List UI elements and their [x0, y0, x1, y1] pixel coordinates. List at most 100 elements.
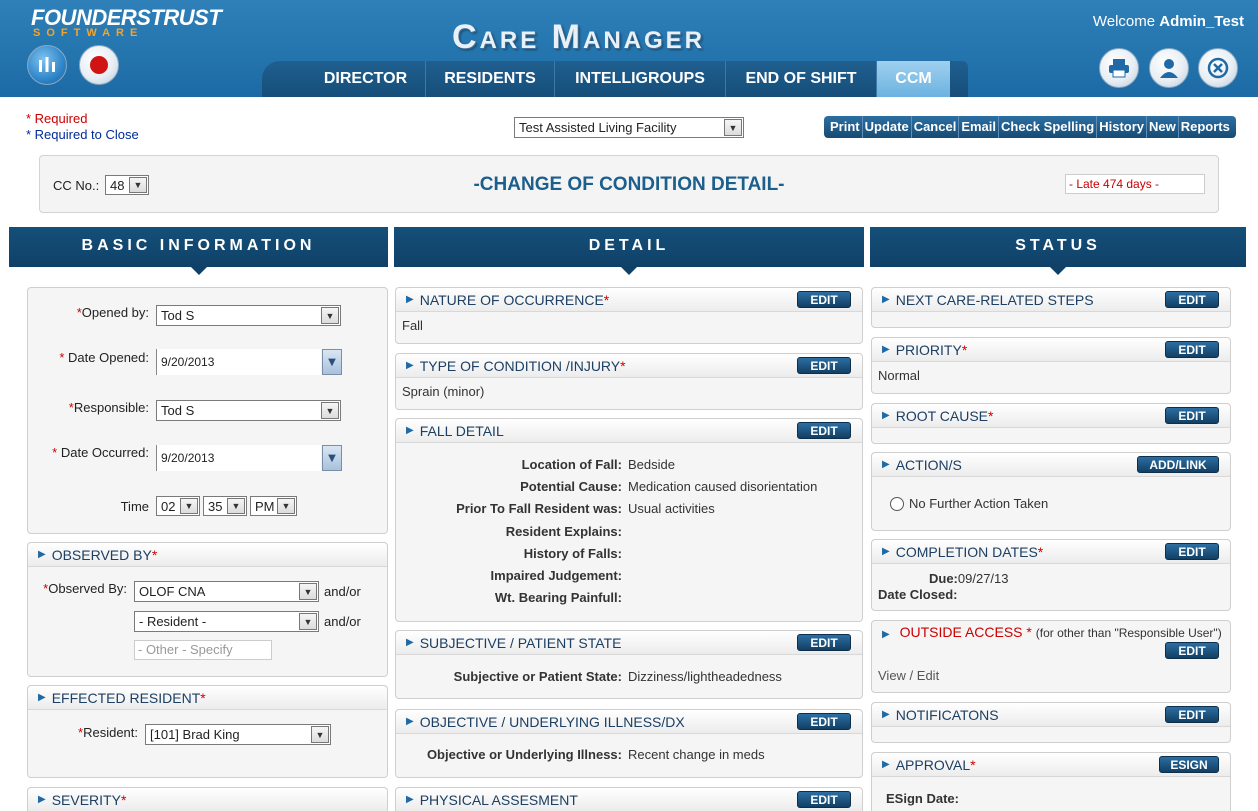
- facility-select[interactable]: Test Assisted Living Facility ▼: [514, 117, 744, 138]
- new-button[interactable]: New: [1147, 116, 1179, 138]
- expand-triangle-icon: ▶: [882, 629, 890, 640]
- edit-fall-detail-button[interactable]: EDIT: [797, 422, 851, 439]
- history-button[interactable]: History: [1097, 116, 1148, 138]
- fall-detail-section-header[interactable]: ▶ FALL DETAIL EDIT: [396, 419, 862, 443]
- expand-triangle-icon: ▶: [882, 294, 890, 305]
- edit-type-button[interactable]: EDIT: [797, 357, 851, 374]
- dashboard-button[interactable]: [27, 45, 67, 85]
- subjective-row: Subjective or Patient State: Dizziness/li…: [453, 669, 782, 684]
- date-closed-label: Date Closed:: [878, 587, 958, 602]
- notifications-panel: ▶ NOTIFICATONS EDIT: [871, 702, 1231, 743]
- fall-row: Potential Cause: Medication caused disori…: [520, 479, 818, 494]
- user-profile-button[interactable]: [1149, 48, 1189, 88]
- resident-select[interactable]: [101] Brad King ▼: [145, 724, 331, 745]
- expand-triangle-icon: ▶: [882, 344, 890, 355]
- nature-value: Fall: [402, 318, 423, 333]
- expand-triangle-icon: ▶: [882, 709, 890, 720]
- expand-triangle-icon: ▶: [882, 759, 890, 770]
- status-header: STATUS: [870, 227, 1246, 275]
- nature-section-header[interactable]: ▶ NATURE OF OCCURRENCE * EDIT: [396, 288, 862, 312]
- tab-residents[interactable]: RESIDENTS: [426, 61, 555, 97]
- edit-notifications-button[interactable]: EDIT: [1165, 706, 1219, 723]
- priority-value: Normal: [878, 368, 920, 383]
- notifications-section-header[interactable]: ▶ NOTIFICATONS EDIT: [872, 703, 1230, 727]
- time-minute-select[interactable]: 35 ▼: [203, 496, 247, 516]
- add-link-button[interactable]: ADD/LINK: [1137, 456, 1219, 473]
- date-opened-input[interactable]: 9/20/2013: [156, 349, 321, 375]
- resident-label: *Resident:: [78, 725, 138, 740]
- date-occurred-label: * Date Occurred:: [52, 445, 149, 460]
- observed-by-select-1[interactable]: OLOF CNA ▼: [134, 581, 319, 602]
- edit-priority-button[interactable]: EDIT: [1165, 341, 1219, 358]
- priority-section-header[interactable]: ▶ PRIORITY * EDIT: [872, 338, 1230, 362]
- next-steps-section-header[interactable]: ▶ NEXT CARE-RELATED STEPS EDIT: [872, 288, 1230, 312]
- required-to-close-legend: * Required to Close: [26, 127, 139, 142]
- responsible-label: *Responsible:: [68, 400, 149, 415]
- effected-resident-panel: ▶ EFFECTED RESIDENT * *Resident: [101] Br…: [27, 685, 388, 778]
- esign-button[interactable]: ESIGN: [1159, 756, 1219, 773]
- edit-next-steps-button[interactable]: EDIT: [1165, 291, 1219, 308]
- tab-ccm[interactable]: CCM: [877, 61, 950, 97]
- email-button[interactable]: Email: [959, 116, 1000, 138]
- edit-physical-button[interactable]: EDIT: [797, 791, 851, 808]
- opened-by-select[interactable]: Tod S ▼: [156, 305, 341, 326]
- cc-header-box: CC No.: 48 ▼ -CHANGE OF CONDITION DETAIL…: [39, 155, 1219, 213]
- calendar-dropdown-icon[interactable]: ▼: [322, 349, 342, 375]
- expand-triangle-icon: ▶: [406, 637, 414, 648]
- record-button[interactable]: [79, 45, 119, 85]
- esign-date-label: ESign Date:: [886, 791, 959, 806]
- expand-triangle-icon: ▶: [882, 546, 890, 557]
- actions-section-header[interactable]: ▶ ACTION/S ADD/LINK: [872, 453, 1230, 477]
- effected-resident-section-header[interactable]: ▶ EFFECTED RESIDENT *: [28, 686, 387, 710]
- edit-completion-button[interactable]: EDIT: [1165, 543, 1219, 560]
- objective-section-header[interactable]: ▶ OBJECTIVE / UNDERLYING ILLNESS/DX EDIT: [396, 710, 862, 734]
- no-further-action-option[interactable]: No Further Action Taken: [890, 496, 1048, 511]
- chevron-down-icon: ▼: [180, 498, 198, 514]
- chevron-down-icon: ▼: [321, 307, 339, 324]
- cancel-button[interactable]: Cancel: [912, 116, 960, 138]
- observed-by-section-header[interactable]: ▶ OBSERVED BY *: [28, 543, 387, 567]
- responsible-select[interactable]: Tod S ▼: [156, 400, 341, 421]
- tab-intelligroups[interactable]: INTELLIGROUPS: [555, 61, 726, 97]
- fall-row: Resident Explains:: [505, 524, 622, 539]
- root-cause-section-header[interactable]: ▶ ROOT CAUSE * EDIT: [872, 404, 1230, 428]
- other-specify-input[interactable]: - Other - Specify: [134, 640, 272, 660]
- check-spelling-button[interactable]: Check Spelling: [999, 116, 1098, 138]
- calendar-dropdown-icon[interactable]: ▼: [322, 445, 342, 471]
- main-nav: DIRECTOR RESIDENTS INTELLIGROUPS END OF …: [262, 61, 968, 97]
- severity-section-header[interactable]: ▶ SEVERITY *: [28, 788, 387, 811]
- outside-access-section-header[interactable]: ▶ OUTSIDE ACCESS * (for other than "Resp…: [882, 624, 1222, 640]
- print-header-button[interactable]: [1099, 48, 1139, 88]
- action-toolbar: Print Update Cancel Email Check Spelling…: [824, 116, 1236, 138]
- edit-nature-button[interactable]: EDIT: [797, 291, 851, 308]
- observed-by-select-2[interactable]: - Resident - ▼: [134, 611, 319, 632]
- edit-subjective-button[interactable]: EDIT: [797, 634, 851, 651]
- edit-objective-button[interactable]: EDIT: [797, 713, 851, 730]
- reports-button[interactable]: Reports: [1179, 116, 1232, 138]
- update-button[interactable]: Update: [863, 116, 912, 138]
- time-hour-select[interactable]: 02 ▼: [156, 496, 200, 516]
- logout-button[interactable]: [1198, 48, 1238, 88]
- fall-row: Prior To Fall Resident was: Usual activit…: [456, 501, 715, 516]
- username: Admin_Test: [1159, 13, 1244, 30]
- edit-root-cause-button[interactable]: EDIT: [1165, 407, 1219, 424]
- date-occurred-input[interactable]: 9/20/2013: [156, 445, 321, 471]
- tab-director[interactable]: DIRECTOR: [306, 61, 426, 97]
- subjective-section-header[interactable]: ▶ SUBJECTIVE / PATIENT STATE EDIT: [396, 631, 862, 655]
- approval-section-header[interactable]: ▶ APPROVAL * ESIGN: [872, 753, 1230, 777]
- print-button[interactable]: Print: [828, 116, 863, 138]
- tab-end-of-shift[interactable]: END OF SHIFT: [726, 61, 877, 97]
- fall-row: Location of Fall: Bedside: [521, 457, 675, 472]
- type-panel: ▶ TYPE OF CONDITION /INJURY * EDIT Sprain…: [395, 353, 863, 410]
- completion-section-header[interactable]: ▶ COMPLETION DATES * EDIT: [872, 540, 1230, 564]
- type-section-header[interactable]: ▶ TYPE OF CONDITION /INJURY * EDIT: [396, 354, 862, 378]
- radio-button[interactable]: [890, 496, 904, 511]
- view-edit-value: View / Edit: [878, 668, 940, 683]
- physical-section-header[interactable]: ▶ PHYSICAL ASSESMENT EDIT: [396, 788, 862, 811]
- edit-outside-access-button[interactable]: EDIT: [1165, 642, 1219, 659]
- app-header: FOUNDERSTRUST SOFTWARE Care Manager Welc…: [0, 0, 1258, 97]
- approval-panel: ▶ APPROVAL * ESIGN ESign Date:: [871, 752, 1231, 811]
- root-cause-panel: ▶ ROOT CAUSE * EDIT: [871, 403, 1231, 444]
- time-ampm-select[interactable]: PM ▼: [250, 496, 297, 516]
- chevron-down-icon: ▼: [299, 583, 317, 600]
